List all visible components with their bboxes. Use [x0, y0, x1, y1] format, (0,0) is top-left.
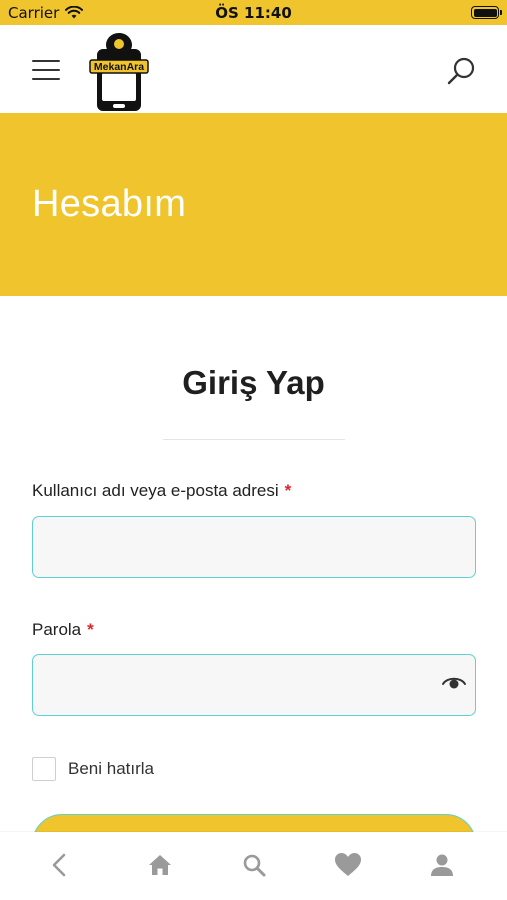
username-label: Kullanıcı adı veya e-posta adresi * — [32, 481, 292, 500]
logo-text: MekanAra — [94, 61, 144, 73]
status-right — [319, 6, 502, 19]
password-input[interactable] — [32, 654, 476, 716]
required-marker: * — [284, 481, 292, 500]
search-icon — [447, 57, 475, 85]
tab-favorites[interactable] — [331, 848, 365, 882]
status-left: Carrier — [8, 4, 188, 22]
user-icon — [431, 854, 453, 876]
page-title: Hesabım — [32, 183, 187, 225]
bottom-tab-bar — [0, 832, 507, 900]
show-password-button[interactable] — [441, 674, 467, 692]
header-search-button[interactable] — [444, 55, 478, 89]
tab-home[interactable] — [143, 848, 177, 882]
status-time: ÖS 11:40 — [215, 3, 292, 22]
menu-button[interactable] — [30, 58, 62, 82]
carrier-label: Carrier — [8, 3, 60, 22]
status-bar: Carrier ÖS 11:40 — [0, 0, 507, 25]
wifi-icon — [65, 6, 84, 19]
tab-search[interactable] — [237, 848, 271, 882]
title-divider — [163, 439, 345, 440]
remember-me-row: Beni hatırla — [32, 757, 154, 781]
page-header-banner: Hesabım — [0, 113, 507, 296]
battery-icon — [471, 6, 502, 19]
remember-me-label[interactable]: Beni hatırla — [68, 759, 154, 779]
password-label: Parola * — [32, 620, 94, 639]
tab-account[interactable] — [425, 848, 459, 882]
tab-back[interactable] — [42, 848, 76, 882]
mekanara-logo[interactable]: MekanAra — [88, 31, 150, 113]
home-icon — [149, 855, 171, 875]
username-input[interactable] — [32, 516, 476, 578]
search-icon — [243, 854, 266, 877]
required-marker: * — [87, 620, 94, 639]
chevron-left-icon — [52, 853, 66, 877]
remember-me-checkbox[interactable] — [32, 757, 56, 781]
hamburger-menu-icon — [32, 60, 60, 62]
login-form-title: Giriş Yap — [182, 364, 325, 401]
eye-icon — [442, 677, 466, 689]
heart-icon — [335, 853, 361, 876]
top-navigation: MekanAra — [0, 25, 507, 113]
